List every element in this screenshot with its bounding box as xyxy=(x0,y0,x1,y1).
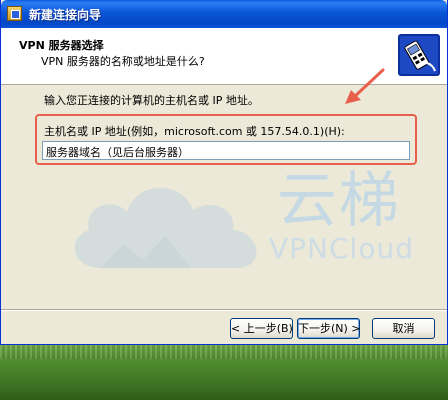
title-bar[interactable]: 新建连接向导 xyxy=(1,0,447,28)
window-title: 新建连接向导 xyxy=(29,8,102,22)
desktop-background xyxy=(0,345,448,400)
header-subtitle: VPN 服务器的名称或地址是什么? xyxy=(41,55,205,68)
window-app-icon xyxy=(7,6,22,21)
next-button[interactable]: 下一步(N) > xyxy=(297,318,361,339)
wizard-window: 新建连接向导 VPN 服务器选择 VPN 服务器的名称或地址是什么? 云梯 VP… xyxy=(0,0,448,345)
red-arrow-annotation xyxy=(345,68,385,104)
vpn-server-icon xyxy=(398,34,440,76)
back-button[interactable]: < 上一步(B) xyxy=(230,318,293,339)
watermark-chinese: 云梯 xyxy=(277,166,401,236)
watermark-english: VPNCloud xyxy=(269,232,414,265)
instruction-text: 输入您正连接的计算机的主机名或 IP 地址。 xyxy=(44,94,259,107)
button-separator xyxy=(1,309,447,311)
highlight-annotation xyxy=(35,114,417,165)
cancel-button[interactable]: 取消 xyxy=(372,318,435,339)
header-title: VPN 服务器选择 xyxy=(19,39,104,52)
watermark-cloud-logo xyxy=(74,187,257,268)
